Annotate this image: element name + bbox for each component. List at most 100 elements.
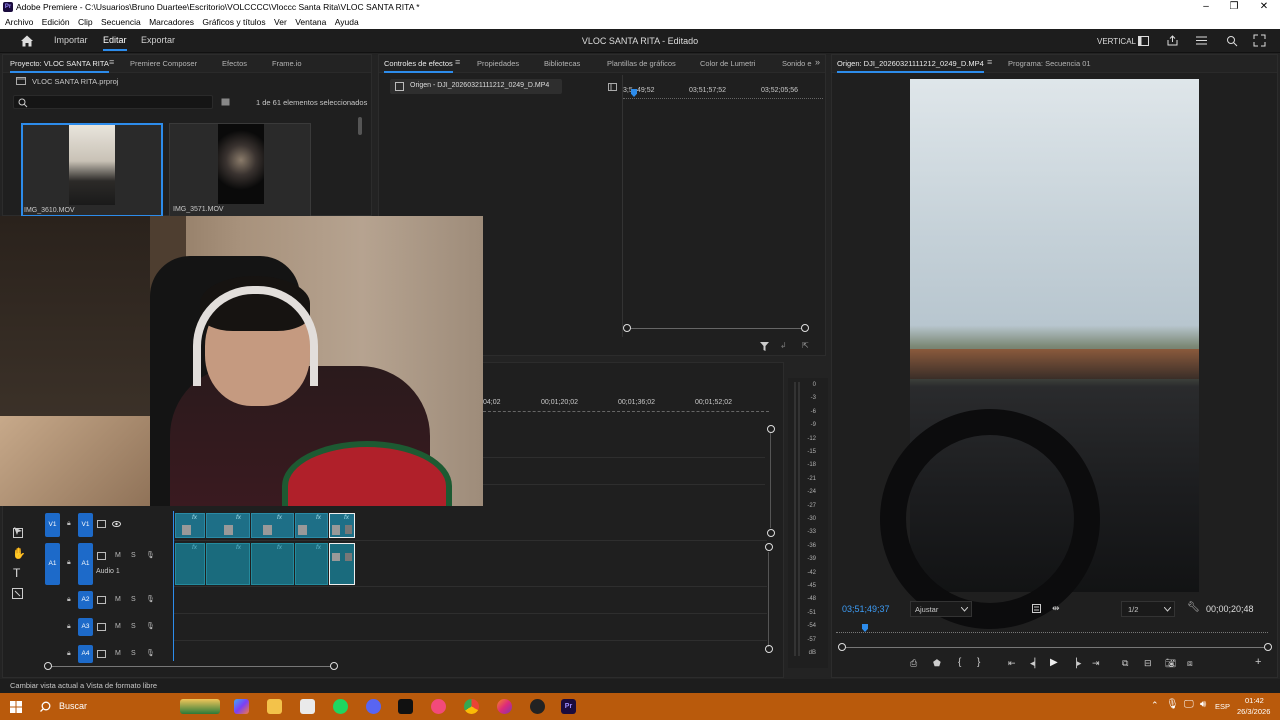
workspace-label[interactable]: VERTICAL [1097, 37, 1136, 46]
video-clip[interactable]: fx [206, 513, 250, 538]
lock-icon[interactable]: 🔒︎ [67, 596, 71, 604]
tab-programa[interactable]: Programa: Secuencia 01 [1008, 59, 1091, 68]
tab-frameio[interactable]: Frame.io [272, 59, 302, 68]
mic-icon[interactable]: 🎙︎ [146, 595, 155, 603]
mute-button[interactable]: M [115, 623, 121, 630]
mic-icon[interactable]: 🎙︎ [146, 622, 155, 630]
sync-lock-icon[interactable] [97, 552, 106, 560]
menu-graficos[interactable]: Gráficos y títulos [202, 17, 265, 27]
filter-icon[interactable] [760, 342, 769, 351]
video-clip[interactable]: fx [175, 513, 205, 538]
project-item-img3610[interactable]: IMG_3610.MOV [21, 123, 163, 217]
close-button[interactable]: ✕ [1250, 0, 1278, 15]
solo-button[interactable]: S [131, 552, 136, 559]
tab-controles-efectos[interactable]: Controles de efectos [384, 59, 453, 73]
project-item-img3571[interactable]: IMG_3571.MOV [169, 123, 311, 217]
timeline-zoom-right[interactable] [330, 662, 338, 670]
solo-button[interactable]: S [131, 596, 136, 603]
new-bin-icon[interactable] [221, 98, 230, 106]
source-ruler[interactable] [836, 627, 1268, 633]
tab-editar[interactable]: Editar [103, 35, 127, 51]
lock-icon[interactable]: 🔒︎ [67, 650, 71, 658]
tab-efectos[interactable]: Efectos [222, 59, 247, 68]
maximize-button[interactable]: ❐ [1220, 0, 1248, 15]
play-audio-icon[interactable]: ↲ [780, 341, 787, 350]
solo-button[interactable]: S [131, 650, 136, 657]
solo-button[interactable]: S [131, 623, 136, 630]
v-scroll-bottom-handle[interactable] [767, 529, 775, 537]
zoom-handle-right[interactable] [801, 324, 809, 332]
fit-dropdown[interactable]: Ajustar [910, 601, 972, 617]
source-zoom-right[interactable] [1264, 643, 1272, 651]
insert-icon[interactable]: ⧉ [1122, 658, 1128, 669]
play-icon[interactable]: ▶ [1050, 657, 1058, 668]
instagram-icon[interactable] [497, 699, 512, 714]
track-a4-target[interactable]: A4 [78, 645, 93, 663]
zoom-scrollbar[interactable] [627, 328, 807, 329]
menu-ver[interactable]: Ver [274, 17, 287, 27]
track-a3-target[interactable]: A3 [78, 618, 93, 636]
compare-icon[interactable]: ⧈ [1187, 658, 1193, 669]
tab-proyecto[interactable]: Proyecto: VLOC SANTA RITA [10, 59, 109, 73]
text-tool-icon[interactable]: T [13, 566, 20, 580]
menu-ayuda[interactable]: Ayuda [335, 17, 359, 27]
timeline-ruler[interactable]: 04;02 00;01;20;02 00;01;36;02 00;01;52;0… [483, 399, 773, 419]
marker-icon[interactable]: ⬟ [933, 658, 941, 669]
free-form-icon[interactable] [12, 588, 23, 599]
wrench-icon[interactable]: 🔧︎ [1187, 602, 1200, 613]
capcut-icon[interactable] [398, 699, 413, 714]
widget-icon[interactable] [180, 699, 220, 714]
tab-sonido[interactable]: Sonido e [782, 59, 812, 68]
panel-menu-icon[interactable]: ≡ [455, 57, 460, 67]
track-a1-target[interactable]: A1 [78, 543, 93, 585]
timeline-playhead[interactable] [173, 511, 174, 661]
track-a1-source[interactable]: A1 [45, 543, 60, 585]
toggle-timeline-icon[interactable] [608, 83, 617, 91]
sync-lock-icon[interactable] [97, 596, 106, 604]
settings-box-icon[interactable] [1032, 604, 1041, 613]
timeline-zoom-left[interactable] [44, 662, 52, 670]
camera-icon[interactable]: 📷︎ [1165, 658, 1176, 669]
clock-time[interactable]: 01:42 [1245, 696, 1264, 705]
source-zoom-bar[interactable] [844, 647, 1264, 648]
mark-in-icon[interactable]: { [958, 657, 961, 668]
language-indicator[interactable]: ESP [1215, 702, 1230, 711]
mic-icon[interactable]: 🎙︎ [146, 551, 155, 559]
audio-clip[interactable]: fx [251, 543, 294, 585]
menu-clip[interactable]: Clip [78, 17, 93, 27]
menu-marcadores[interactable]: Marcadores [149, 17, 194, 27]
tab-plantillas[interactable]: Plantillas de gráficos [607, 59, 676, 68]
sync-lock-icon[interactable] [97, 520, 106, 528]
track-v1-target[interactable]: V1 [78, 513, 93, 537]
overwrite-icon[interactable]: ⊟ [1144, 658, 1152, 669]
audio-clip[interactable]: fx [206, 543, 250, 585]
taskbar-search-box[interactable]: Buscar [59, 701, 87, 711]
tab-propiedades[interactable]: Propiedades [477, 59, 519, 68]
step-back-icon[interactable]: ◂▏ [1030, 658, 1041, 669]
audio-clip[interactable]: fx [295, 543, 328, 585]
mic-icon[interactable]: 🎙︎ [146, 649, 155, 657]
sync-lock-icon[interactable] [97, 650, 106, 658]
clock-date[interactable]: 26/3/2026 [1237, 707, 1270, 716]
export-frame-icon[interactable]: ⇱ [802, 341, 809, 350]
home-icon[interactable] [20, 34, 34, 48]
more-tabs-icon[interactable]: » [815, 57, 820, 67]
export-frame-icon[interactable]: ⎙ [910, 658, 917, 669]
step-forward-icon[interactable]: ▕▸ [1070, 658, 1081, 669]
network-icon[interactable]: 🖵︎ [1184, 699, 1194, 710]
tab-importar[interactable]: Importar [54, 35, 88, 45]
track-scroll-top-handle[interactable] [765, 543, 773, 551]
store-icon[interactable] [300, 699, 315, 714]
lock-icon[interactable]: 🔒︎ [67, 623, 71, 631]
chrome-icon[interactable] [464, 699, 479, 714]
lock-icon[interactable]: 🔒︎ [67, 559, 71, 567]
zoom-handle-left[interactable] [623, 324, 631, 332]
search-icon[interactable] [40, 701, 51, 712]
hand-icon[interactable]: ✋ [12, 547, 26, 560]
source-zoom-left[interactable] [838, 643, 846, 651]
share-icon[interactable] [1167, 35, 1178, 46]
panel-menu-icon[interactable]: ≡ [987, 57, 992, 67]
zoom-icon[interactable] [1226, 35, 1238, 47]
drag-video-icon[interactable]: ⇹ [1052, 603, 1060, 614]
go-to-out-icon[interactable]: ⇥ [1092, 658, 1100, 669]
